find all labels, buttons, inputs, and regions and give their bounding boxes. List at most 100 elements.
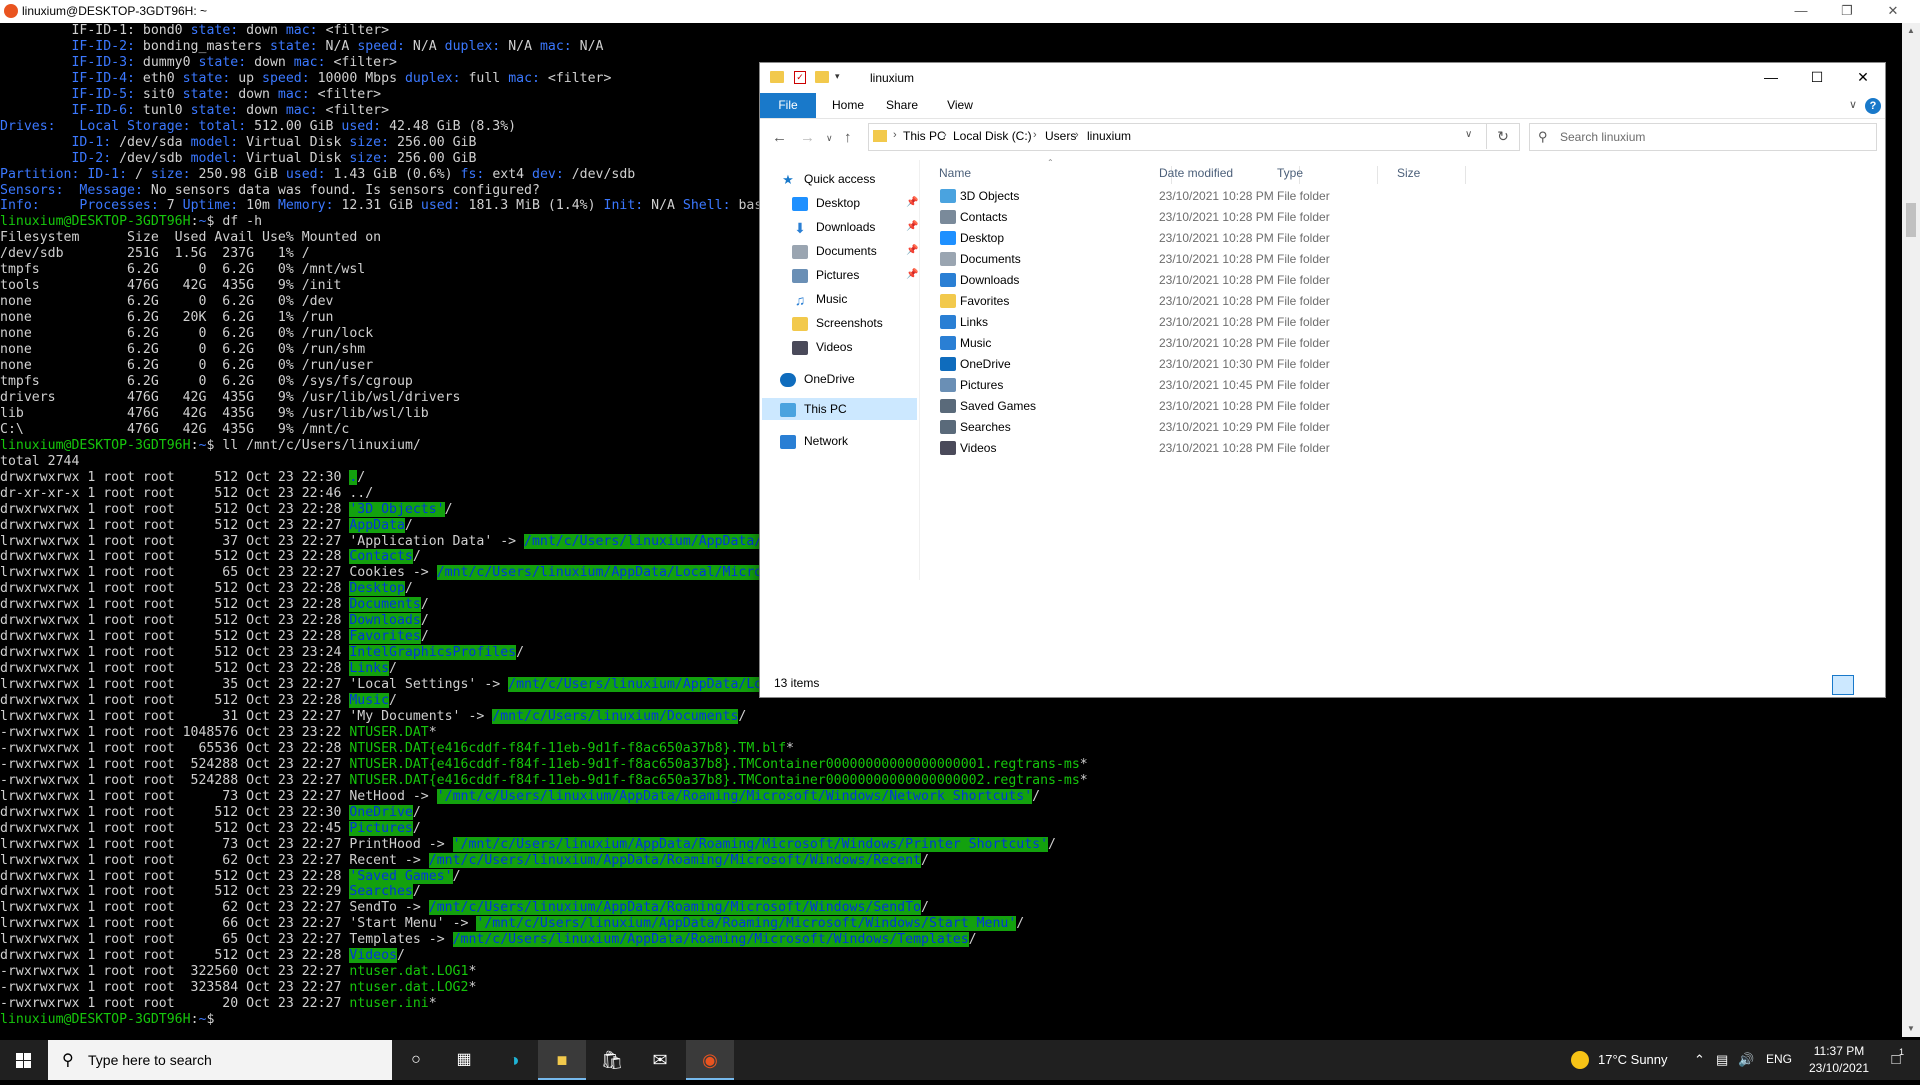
terminal-text-segment: / <box>412 884 421 900</box>
file-name: Searches <box>960 420 1011 434</box>
list-item[interactable]: Documents 23/10/2021 10:28 PM File folder <box>920 249 1520 270</box>
properties-check-icon[interactable]: ✓ <box>794 71 806 84</box>
windows-start-button[interactable] <box>0 1040 48 1080</box>
list-item[interactable]: Desktop 23/10/2021 10:28 PM File folder <box>920 228 1520 249</box>
terminal-titlebar[interactable]: linuxium@DESKTOP-3GDT96H: ~ — ❐ ✕ <box>0 0 1920 23</box>
scroll-up-arrow-icon[interactable]: ▲ <box>1902 23 1920 39</box>
forward-arrow-icon[interactable]: → <box>800 129 815 146</box>
tab-file[interactable]: File <box>760 93 816 118</box>
terminal-text-segment: bonding_masters <box>142 38 270 54</box>
expand-ribbon-icon[interactable]: ∨ <box>1849 98 1857 111</box>
language-indicator[interactable]: ENG <box>1766 1052 1792 1066</box>
terminal-text-segment: eth0 <box>142 70 183 86</box>
back-arrow-icon[interactable]: ← <box>772 129 787 146</box>
address-bar[interactable]: › This PC › Local Disk (C:) › Users › li… <box>868 123 1520 151</box>
breadcrumb-separator-icon[interactable]: › <box>943 129 947 141</box>
ubuntu-terminal-icon[interactable]: ◉ <box>686 1040 734 1080</box>
list-item[interactable]: OneDrive 23/10/2021 10:30 PM File folder <box>920 354 1520 375</box>
breadcrumb-separator-icon[interactable]: › <box>1075 129 1079 141</box>
customize-toolbar-icon[interactable]: ▾ <box>835 71 849 83</box>
nav-documents[interactable]: Documents 📌 <box>792 240 919 262</box>
notification-icon[interactable]: □ 1 <box>1872 1040 1920 1080</box>
list-item[interactable]: Links 23/10/2021 10:28 PM File folder <box>920 312 1520 333</box>
list-item[interactable]: 3D Objects 23/10/2021 10:28 PM File folder <box>920 186 1520 207</box>
new-folder-icon[interactable] <box>815 71 829 83</box>
list-item[interactable]: Videos 23/10/2021 10:28 PM File folder <box>920 438 1520 459</box>
address-dropdown-icon[interactable]: ∨ <box>1465 129 1472 140</box>
file-date: 23/10/2021 10:28 PM <box>1159 210 1274 224</box>
column-type[interactable]: Type <box>1277 166 1378 184</box>
terminal-text-segment: drwxrwxrwx 1 root root 512 Oct 23 22:30 <box>0 804 350 820</box>
breadcrumb-users[interactable]: Users <box>1045 129 1076 143</box>
weather-text[interactable]: 17°C Sunny <box>1598 1052 1668 1067</box>
help-icon[interactable]: ? <box>1865 98 1881 114</box>
search-box[interactable]: ⚲ Search linuxium <box>1529 123 1877 151</box>
breadcrumb-this-pc[interactable]: This PC <box>903 129 946 143</box>
explorer-close-button[interactable]: ✕ <box>1840 63 1886 93</box>
file-explorer-window[interactable]: ✓ ▾ linuxium — ☐ ✕ File Home Share View … <box>759 62 1886 698</box>
taskbar-search-box[interactable]: ⚲ Type here to search <box>48 1040 392 1080</box>
task-view-icon[interactable]: ▦ <box>440 1040 488 1080</box>
scrollbar-thumb[interactable] <box>1906 203 1916 237</box>
nav-this-pc[interactable]: This PC <box>762 398 917 420</box>
minimize-button[interactable]: — <box>1778 0 1824 23</box>
details-view-icon[interactable] <box>1832 675 1854 695</box>
sunny-weather-icon[interactable] <box>1571 1051 1589 1069</box>
list-item[interactable]: Pictures 23/10/2021 10:45 PM File folder <box>920 375 1520 396</box>
tab-view[interactable]: View <box>940 93 980 118</box>
terminal-text-segment: Drives: <box>0 118 56 134</box>
list-item[interactable]: Searches 23/10/2021 10:29 PM File folder <box>920 417 1520 438</box>
maximize-button[interactable]: ❐ <box>1824 0 1870 23</box>
nav-videos[interactable]: Videos <box>792 336 852 358</box>
list-item[interactable]: Downloads 23/10/2021 10:28 PM File folder <box>920 270 1520 291</box>
terminal-text-segment: Contacts <box>349 549 413 565</box>
show-hidden-icons-icon[interactable]: ⌃ <box>1694 1052 1705 1068</box>
scroll-down-arrow-icon[interactable]: ▼ <box>1902 1021 1920 1037</box>
breadcrumb-local-disk[interactable]: Local Disk (C:) <box>953 129 1032 143</box>
network-icon[interactable]: ▤ <box>1716 1052 1728 1068</box>
list-item[interactable]: Saved Games 23/10/2021 10:28 PM File folde… <box>920 396 1520 417</box>
list-item[interactable]: Favorites 23/10/2021 10:28 PM File folder <box>920 291 1520 312</box>
nav-onedrive[interactable]: OneDrive <box>780 368 855 390</box>
nav-pictures[interactable]: Pictures 📌 <box>792 264 919 286</box>
edge-browser-icon[interactable]: ◑ <box>490 1040 538 1080</box>
cortana-icon[interactable]: ○ <box>392 1040 440 1080</box>
terminal-text-segment: /mnt/c/Users/linuxium/AppData/Local <box>508 677 787 693</box>
terminal-scrollbar[interactable]: ▲ ▼ <box>1902 23 1920 1037</box>
microsoft-store-icon[interactable]: 🛍 <box>588 1040 636 1080</box>
breadcrumb-linuxium[interactable]: linuxium <box>1087 129 1131 143</box>
large-icons-view-icon[interactable] <box>1856 675 1876 693</box>
terminal-text-segment: NTUSER.DAT{e416cddf-f84f-11eb-9d1f-f8ac6… <box>349 740 787 756</box>
terminal-text-segment: -> <box>420 932 453 948</box>
explorer-minimize-button[interactable]: — <box>1748 63 1794 93</box>
terminal-line: -rwxrwxrwx 1 root root 65536 Oct 23 22:2… <box>0 741 1902 757</box>
terminal-text-segment: none 6.2G 0 6.2G 0% /dev <box>0 294 334 310</box>
file-explorer-icon[interactable]: ■ <box>538 1040 586 1080</box>
terminal-text-segment: state: <box>190 102 247 118</box>
tab-home[interactable]: Home <box>828 93 868 118</box>
nav-downloads[interactable]: ⬇ Downloads 📌 <box>792 216 919 238</box>
mail-icon[interactable]: ✉ <box>636 1040 684 1080</box>
terminal-line: drwxrwxrwx 1 root root 512 Oct 23 22:28 … <box>0 948 1902 964</box>
nav-quick-access[interactable]: ★ Quick access <box>780 168 875 190</box>
volume-icon[interactable]: 🔊 <box>1738 1052 1754 1068</box>
explorer-maximize-button[interactable]: ☐ <box>1794 63 1840 93</box>
column-size[interactable]: Size <box>1397 166 1466 184</box>
up-arrow-icon[interactable]: ↑ <box>844 129 852 146</box>
nav-screenshots[interactable]: Screenshots <box>792 312 883 334</box>
breadcrumb-separator-icon[interactable]: › <box>1033 129 1037 141</box>
terminal-text-segment: N/A <box>508 38 540 54</box>
terminal-text-segment: lrwxrwxrwx 1 root root 35 Oct 23 22:27 <box>0 677 350 693</box>
tab-share[interactable]: Share <box>882 93 922 118</box>
nav-network[interactable]: Network <box>780 430 848 452</box>
refresh-icon[interactable]: ↻ <box>1486 123 1519 149</box>
explorer-titlebar[interactable]: ✓ ▾ linuxium — ☐ ✕ <box>760 63 1885 93</box>
list-item[interactable]: Contacts 23/10/2021 10:28 PM File folder <box>920 207 1520 228</box>
nav-music[interactable]: ♫ Music <box>792 288 848 310</box>
list-item[interactable]: Music 23/10/2021 10:28 PM File folder <box>920 333 1520 354</box>
nav-desktop[interactable]: Desktop 📌 <box>792 192 919 214</box>
column-name[interactable]: Name <box>939 166 1172 184</box>
close-button[interactable]: ✕ <box>1870 0 1916 23</box>
recent-locations-icon[interactable]: ∨ <box>826 133 833 144</box>
breadcrumb-separator-icon[interactable]: › <box>893 129 897 141</box>
